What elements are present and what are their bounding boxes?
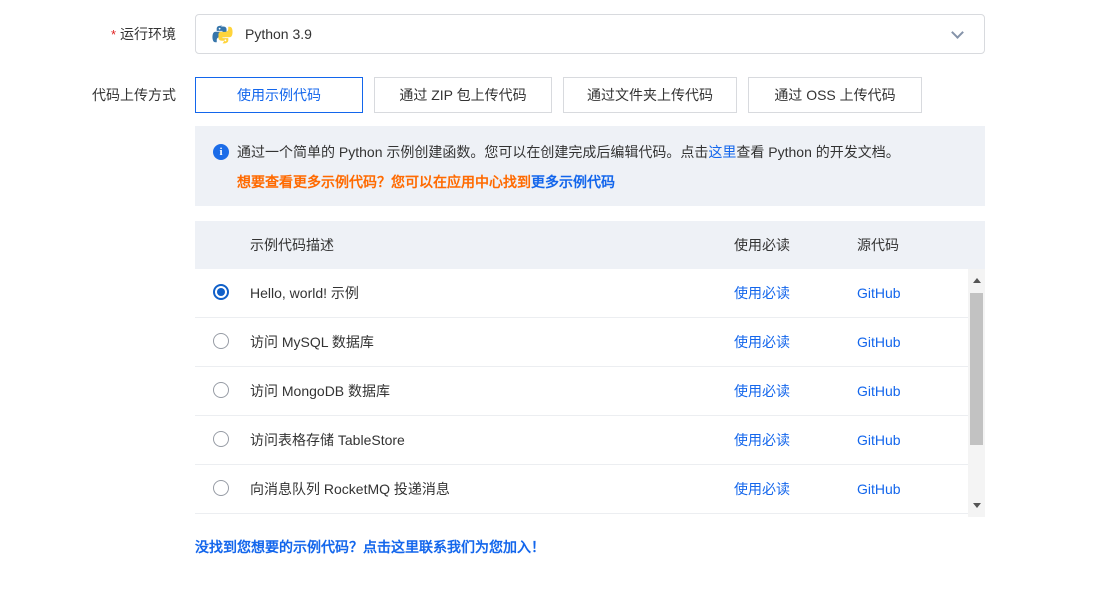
radio-button[interactable] [213, 431, 229, 447]
function-create-form: *运行环境 Python 3.9 代码上传方式 使用示例代码 通过 ZIP 包上… [0, 14, 1096, 601]
more-samples-text: 想要查看更多示例代码？您可以在应用中心找到 [237, 174, 531, 190]
info-text-after-link: 查看 Python 的开发文档。 [736, 144, 899, 160]
upload-method-label: 代码上传方式 [0, 77, 176, 113]
upload-method-form-row: 代码上传方式 使用示例代码 通过 ZIP 包上传代码 通过文件夹上传代码 通过 … [0, 77, 1096, 113]
runtime-select[interactable]: Python 3.9 [195, 14, 985, 54]
table-body-rows: Hello, world! 示例 使用必读 GitHub 访问 MySQL 数据… [195, 269, 968, 514]
readme-link[interactable]: 使用必读 [734, 432, 790, 448]
sample-description: 访问 MySQL 数据库 [250, 332, 734, 352]
upload-method-tabs: 使用示例代码 通过 ZIP 包上传代码 通过文件夹上传代码 通过 OSS 上传代… [195, 77, 922, 113]
scroll-down-arrow-icon [973, 503, 981, 508]
readme-link[interactable]: 使用必读 [734, 334, 790, 350]
info-text-before-link: 通过一个简单的 Python 示例创建函数。您可以在创建完成后编辑代码。点击 [237, 144, 708, 160]
header-source: 源代码 [857, 235, 985, 255]
readme-link[interactable]: 使用必读 [734, 481, 790, 497]
github-link[interactable]: GitHub [857, 383, 901, 399]
scroll-up-button[interactable] [968, 272, 985, 289]
info-box: i 通过一个简单的 Python 示例创建函数。您可以在创建完成后编辑代码。点击… [195, 126, 985, 206]
sample-description: 访问 MongoDB 数据库 [250, 381, 734, 401]
tab-upload-folder[interactable]: 通过文件夹上传代码 [563, 77, 737, 113]
github-link[interactable]: GitHub [857, 481, 901, 497]
github-link[interactable]: GitHub [857, 334, 901, 350]
scroll-up-arrow-icon [973, 278, 981, 283]
scrollbar-thumb[interactable] [970, 293, 983, 445]
info-icon: i [213, 144, 229, 160]
runtime-label: *运行环境 [0, 14, 176, 55]
header-readme: 使用必读 [734, 235, 857, 255]
radio-button[interactable] [213, 382, 229, 398]
info-line-2: 想要查看更多示例代码？您可以在应用中心找到更多示例代码 [237, 172, 967, 192]
info-line-1: i 通过一个简单的 Python 示例创建函数。您可以在创建完成后编辑代码。点击… [213, 141, 967, 163]
github-link[interactable]: GitHub [857, 432, 901, 448]
sample-code-table: 示例代码描述 使用必读 源代码 Hello, world! 示例 使用必读 Gi… [195, 221, 985, 517]
chevron-down-icon [951, 26, 964, 39]
header-description: 示例代码描述 [250, 235, 734, 255]
readme-link[interactable]: 使用必读 [734, 383, 790, 399]
app-center-link[interactable]: 更多示例代码 [531, 174, 615, 190]
table-body: Hello, world! 示例 使用必读 GitHub 访问 MySQL 数据… [195, 269, 985, 517]
table-header: 示例代码描述 使用必读 源代码 [195, 221, 985, 269]
tab-upload-zip[interactable]: 通过 ZIP 包上传代码 [374, 77, 552, 113]
table-row[interactable]: 访问 MongoDB 数据库 使用必读 GitHub [195, 367, 968, 416]
radio-button[interactable] [213, 284, 229, 300]
radio-button[interactable] [213, 480, 229, 496]
sample-description: 访问表格存储 TableStore [250, 430, 734, 450]
readme-link[interactable]: 使用必读 [734, 285, 790, 301]
scroll-down-button[interactable] [968, 497, 985, 514]
github-link[interactable]: GitHub [857, 285, 901, 301]
table-row[interactable]: Hello, world! 示例 使用必读 GitHub [195, 269, 968, 318]
python-logo-icon [212, 24, 233, 45]
scrollbar[interactable] [968, 269, 985, 517]
runtime-form-row: *运行环境 Python 3.9 [0, 14, 1096, 55]
table-row[interactable]: 访问表格存储 TableStore 使用必读 GitHub [195, 416, 968, 465]
radio-button[interactable] [213, 333, 229, 349]
required-asterisk: * [111, 27, 116, 42]
runtime-select-value: Python 3.9 [245, 26, 953, 42]
tab-upload-oss[interactable]: 通过 OSS 上传代码 [748, 77, 922, 113]
table-row[interactable]: 访问 MySQL 数据库 使用必读 GitHub [195, 318, 968, 367]
sample-description: Hello, world! 示例 [250, 283, 734, 303]
docs-here-link[interactable]: 这里 [708, 144, 736, 160]
table-row[interactable]: 向消息队列 RocketMQ 投递消息 使用必读 GitHub [195, 465, 968, 514]
sample-description: 向消息队列 RocketMQ 投递消息 [250, 479, 734, 499]
contact-us-link[interactable]: 没找到您想要的示例代码？点击这里联系我们为您加入！ [195, 537, 545, 557]
tab-use-sample-code[interactable]: 使用示例代码 [195, 77, 363, 113]
